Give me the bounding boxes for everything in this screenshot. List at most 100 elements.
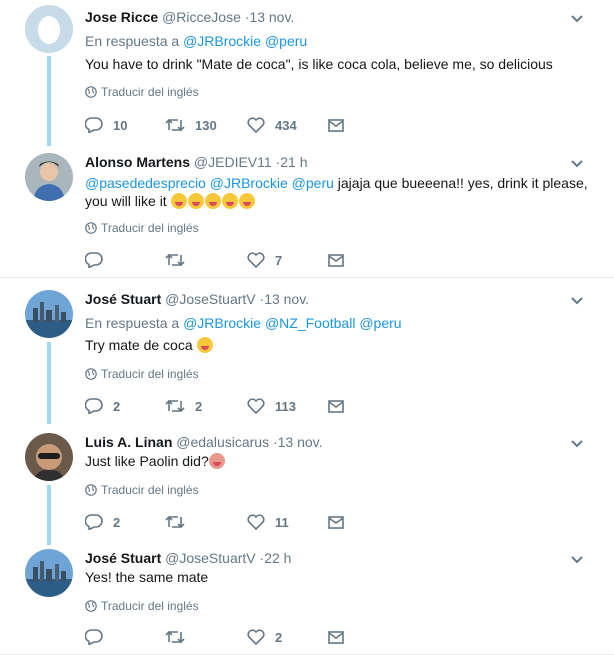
tweet[interactable]: José Stuart @JoseStuartV ·13 nov. En res… — [0, 282, 614, 424]
tweet[interactable]: José Stuart @JoseStuartV ·22 h Yes! the … — [0, 541, 614, 653]
replying-prefix: En respuesta a — [85, 33, 180, 49]
user-photo-icon — [25, 433, 73, 481]
tweet-actions: 2 2 113 — [85, 396, 385, 416]
chevron-down-icon[interactable] — [570, 553, 584, 567]
like-button[interactable]: 2 — [247, 627, 282, 647]
like-button[interactable]: 113 — [247, 396, 296, 416]
translate-link[interactable]: Traducir del inglés — [85, 367, 199, 381]
translate-link[interactable]: Traducir del inglés — [85, 221, 199, 235]
direct-message-button[interactable] — [328, 396, 344, 416]
reply-button[interactable]: 2 — [85, 396, 120, 416]
reply-button[interactable]: 10 — [85, 115, 127, 135]
mention-link[interactable]: @JRBrockie — [183, 33, 261, 49]
retweet-count: 130 — [195, 117, 217, 133]
reply-count: 10 — [113, 117, 128, 133]
chevron-down-icon[interactable] — [570, 437, 584, 451]
avatar[interactable] — [25, 290, 73, 338]
timestamp[interactable]: 13 nov. — [264, 291, 309, 307]
mention-link[interactable]: @peru — [359, 315, 401, 331]
retweet-button[interactable]: 130 — [165, 115, 217, 135]
timestamp[interactable]: 13 nov. — [249, 9, 294, 25]
author-name[interactable]: José Stuart — [85, 550, 161, 566]
avatar[interactable] — [25, 549, 73, 597]
timestamp[interactable]: 13 nov. — [278, 434, 323, 450]
like-count: 2 — [275, 629, 283, 645]
mention-link[interactable]: @NZ_Football — [265, 315, 355, 331]
like-button[interactable]: 434 — [247, 115, 297, 135]
direct-message-button[interactable] — [328, 512, 344, 532]
tweet[interactable]: Luis A. Linan @edalusicarus ·13 nov. Jus… — [0, 425, 614, 545]
default-egg-avatar-icon — [25, 5, 73, 53]
like-button[interactable]: 7 — [247, 250, 282, 270]
like-count: 11 — [275, 514, 289, 530]
avatar[interactable] — [25, 153, 73, 201]
direct-message-button[interactable] — [328, 250, 344, 270]
mention-link[interactable]: @pasededesprecio — [85, 175, 206, 191]
author-handle[interactable]: @RicceJose — [162, 9, 241, 25]
globe-icon — [85, 600, 97, 612]
direct-message-button[interactable] — [328, 627, 344, 647]
globe-icon — [85, 86, 97, 98]
conversation-divider — [0, 277, 614, 278]
tweet-header: Alonso Martens @JEDIEV11 ·21 h — [85, 153, 307, 171]
translate-link[interactable]: Traducir del inglés — [85, 483, 199, 497]
retweet-button[interactable] — [165, 627, 195, 647]
city-skyline-photo-icon — [25, 549, 73, 597]
avatar[interactable] — [25, 5, 73, 53]
reply-button[interactable] — [85, 627, 113, 647]
envelope-icon — [328, 515, 344, 529]
chevron-down-icon[interactable] — [570, 157, 584, 171]
avatar[interactable] — [25, 433, 73, 481]
tweet-text-line: you will like it — [85, 191, 256, 212]
tweet-text: Yes! the same mate — [85, 569, 209, 585]
reply-button[interactable]: 2 — [85, 512, 120, 532]
chevron-down-icon[interactable] — [570, 12, 584, 26]
heart-icon — [247, 252, 265, 268]
retweet-button[interactable]: 2 — [165, 396, 202, 416]
author-name[interactable]: Jose Ricce — [85, 9, 158, 25]
tweet-header: José Stuart @JoseStuartV ·13 nov. — [85, 290, 309, 308]
retweet-button[interactable] — [165, 250, 195, 270]
timestamp[interactable]: 21 h — [280, 154, 307, 170]
mention-link[interactable]: @JRBrockie — [210, 175, 288, 191]
translate-link[interactable]: Traducir del inglés — [85, 599, 199, 613]
author-name[interactable]: Luis A. Linan — [85, 434, 172, 450]
replying-to: En respuesta a @JRBrockie @peru — [85, 33, 307, 49]
mention-link[interactable]: @JRBrockie — [183, 315, 261, 331]
chevron-down-icon[interactable] — [570, 294, 584, 308]
timestamp[interactable]: 22 h — [264, 550, 291, 566]
tweet[interactable]: Jose Ricce @RicceJose ·13 nov. En respue… — [0, 0, 614, 146]
translate-label: Traducir del inglés — [101, 85, 199, 99]
thread-line — [47, 56, 51, 146]
translate-link[interactable]: Traducir del inglés — [85, 85, 199, 99]
retweet-icon — [165, 399, 185, 413]
retweet-count: 2 — [195, 398, 203, 414]
author-handle[interactable]: @JEDIEV11 — [194, 154, 272, 170]
tweet-header: Luis A. Linan @edalusicarus ·13 nov. — [85, 433, 323, 451]
mention-link[interactable]: @peru — [265, 33, 307, 49]
tweet[interactable]: Alonso Martens @JEDIEV11 ·21 h @pasedede… — [0, 145, 614, 275]
tweet-text-body: Just like Paolin did? — [85, 453, 209, 469]
thread-line — [47, 485, 51, 545]
globe-icon — [85, 222, 97, 234]
user-photo-icon — [25, 153, 73, 201]
direct-message-button[interactable] — [328, 115, 344, 135]
yum-emoji-icon — [170, 193, 187, 209]
like-button[interactable]: 11 — [247, 512, 289, 532]
pig-emoji-icon — [208, 453, 225, 469]
tweet-header: Jose Ricce @RicceJose ·13 nov. — [85, 8, 294, 26]
author-handle[interactable]: @edalusicarus — [176, 434, 269, 450]
retweet-button[interactable] — [165, 512, 195, 532]
mention-link[interactable]: @peru — [292, 175, 334, 191]
retweet-icon — [165, 253, 185, 267]
translate-label: Traducir del inglés — [101, 483, 199, 497]
author-handle[interactable]: @JoseStuartV — [165, 550, 255, 566]
yum-emoji-icon — [204, 193, 221, 209]
tweet-actions: 7 — [85, 250, 385, 270]
reply-count: 2 — [113, 514, 121, 530]
envelope-icon — [328, 399, 344, 413]
reply-button[interactable] — [85, 250, 113, 270]
author-name[interactable]: José Stuart — [85, 291, 161, 307]
author-handle[interactable]: @JoseStuartV — [165, 291, 255, 307]
author-name[interactable]: Alonso Martens — [85, 154, 190, 170]
